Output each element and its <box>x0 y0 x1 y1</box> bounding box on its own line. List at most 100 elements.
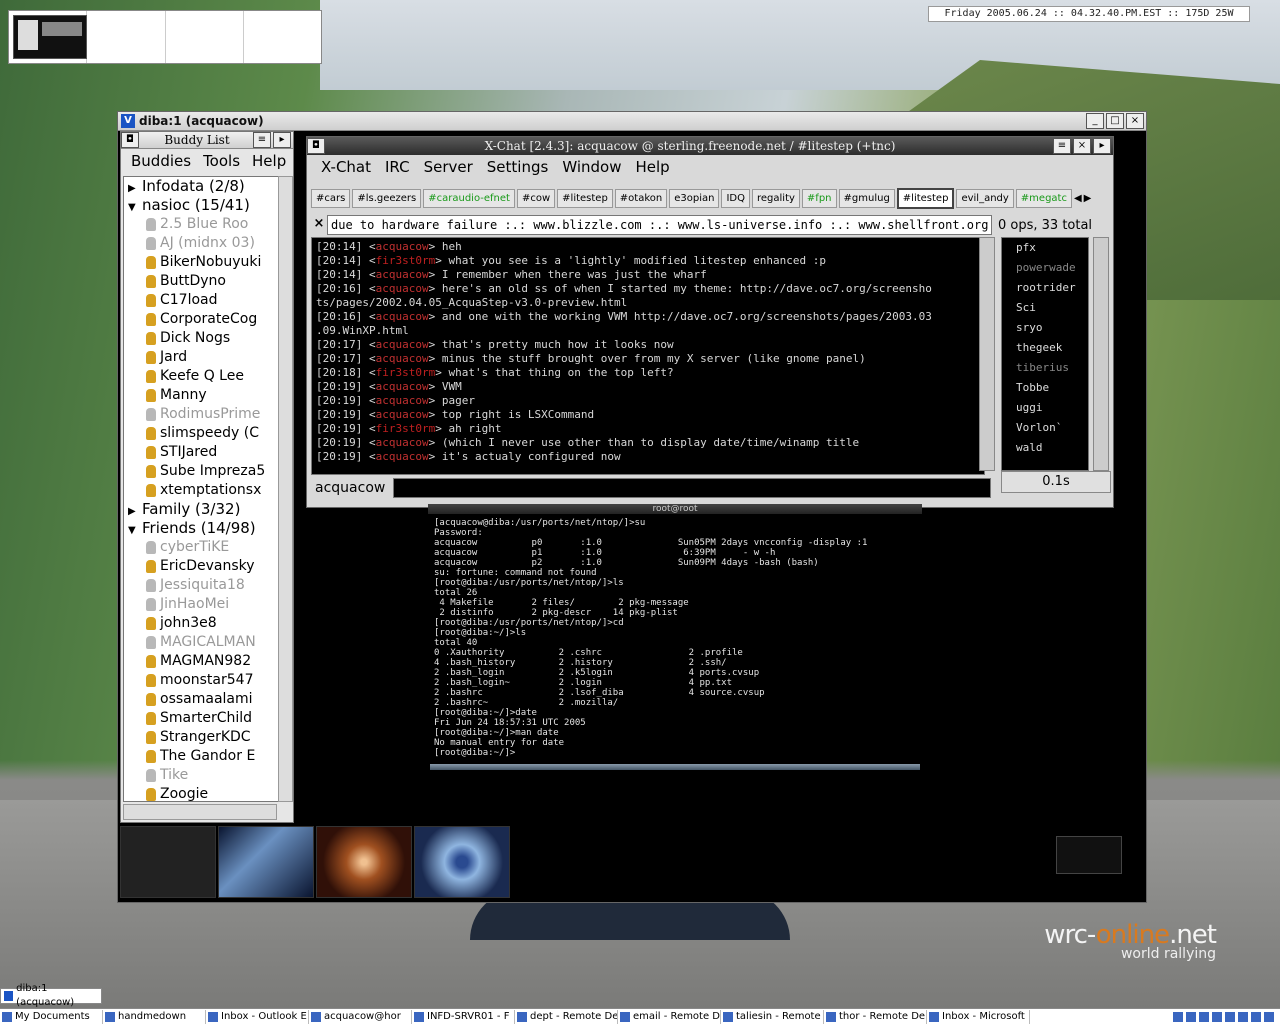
chat-nick[interactable]: fir3st0rm <box>376 366 436 379</box>
taskbar-vnc-item[interactable]: diba:1 (acquacow) <box>0 983 102 1008</box>
buddy-tree[interactable]: ▶ Infodata (2/8) ▼ nasioc (15/41) 2.5 Blue R… <box>123 176 279 802</box>
buddy-list-titlebar[interactable]: ◘ Buddy List ≡ ▸ <box>121 132 293 149</box>
chat-log[interactable]: [20:14] <acquacow> heh [20:14] <fir3st0rm… <box>311 237 985 475</box>
tab-scroll-left-icon[interactable]: ◀ <box>1074 193 1082 204</box>
buddy-item[interactable]: BikerNobuyuki <box>124 253 278 272</box>
pager-desktop-2[interactable] <box>87 11 166 63</box>
shade-button[interactable]: ≡ <box>1053 138 1071 154</box>
buddy-item[interactable]: Jessiquita18 <box>124 576 278 595</box>
buddy-item[interactable]: RodimusPrime <box>124 405 278 424</box>
channel-tab[interactable]: #litestep <box>896 187 955 209</box>
user-list-item[interactable]: sryo <box>1002 318 1088 338</box>
user-list-item[interactable]: rootrider <box>1002 278 1088 298</box>
tray-icon[interactable] <box>1238 1012 1248 1022</box>
menu-xchat[interactable]: X-Chat <box>321 158 371 176</box>
channel-tab[interactable]: evil_andy <box>956 188 1014 208</box>
buddy-group[interactable]: ▼ nasioc (15/41) <box>124 196 278 215</box>
buddy-item[interactable]: SmarterChild <box>124 709 278 728</box>
close-tab-icon[interactable]: × <box>311 216 327 234</box>
channel-tab[interactable]: regality <box>752 188 800 208</box>
channel-tab[interactable]: #gmulug <box>838 188 895 208</box>
buddy-item[interactable]: ButtDyno <box>124 272 278 291</box>
buddy-vscrollbar[interactable] <box>278 176 293 802</box>
tray-icon[interactable] <box>1199 1012 1209 1022</box>
thumbnail-wallpaper-eye[interactable] <box>414 826 510 898</box>
chat-nick[interactable]: acquacow <box>376 282 429 295</box>
buddy-item[interactable]: john3e8 <box>124 614 278 633</box>
buddy-group[interactable]: ▶ Family (3/32) <box>124 500 278 519</box>
channel-tab[interactable]: #litestep <box>557 188 613 208</box>
chat-log-scrollbar[interactable] <box>979 237 995 471</box>
menu-irc[interactable]: IRC <box>385 158 410 176</box>
mini-pager[interactable] <box>1056 836 1122 874</box>
chat-nick[interactable]: acquacow <box>376 408 429 421</box>
buddy-item[interactable]: xtemptationsx <box>124 481 278 500</box>
close-button[interactable]: × <box>1126 113 1144 129</box>
taskbar-button[interactable]: Inbox - Outlook E <box>206 1010 309 1024</box>
window-menu-icon[interactable]: ◘ <box>121 132 139 148</box>
channel-tab[interactable]: #cars <box>311 188 351 208</box>
maximize-button[interactable]: □ <box>1106 113 1124 129</box>
buddy-item[interactable]: StrangerKDC <box>124 728 278 747</box>
tray-icon[interactable] <box>1186 1012 1196 1022</box>
buddy-item[interactable]: Keefe Q Lee <box>124 367 278 386</box>
user-list-item[interactable]: uggi <box>1002 398 1088 418</box>
buddy-item[interactable]: MAGICALMAN <box>124 633 278 652</box>
taskbar-button[interactable]: My Documents <box>0 1010 103 1024</box>
menu-help[interactable]: Help <box>635 158 669 176</box>
taskbar-button[interactable]: email - Remote D <box>618 1010 721 1024</box>
buddy-item[interactable]: C17load <box>124 291 278 310</box>
tab-scroll-right-icon[interactable]: ▶ <box>1084 193 1092 204</box>
vwm-pager[interactable] <box>8 10 322 64</box>
buddy-item[interactable]: MAGMAN982 <box>124 652 278 671</box>
chat-nick[interactable]: acquacow <box>376 394 429 407</box>
channel-tab[interactable]: #megatc <box>1015 188 1072 208</box>
nick-button[interactable]: acquacow <box>311 477 393 499</box>
menu-tools[interactable]: Tools <box>203 152 240 170</box>
buddy-item[interactable]: EricDevansky <box>124 557 278 576</box>
user-list-item[interactable]: Vorlon` <box>1002 418 1088 438</box>
buddy-group[interactable]: ▼ Friends (14/98) <box>124 519 278 538</box>
menu-settings[interactable]: Settings <box>487 158 549 176</box>
chat-nick[interactable]: acquacow <box>376 240 429 253</box>
buddy-item[interactable]: slimspeedy (C <box>124 424 278 443</box>
buddy-item[interactable]: The Gandor E <box>124 747 278 766</box>
buddy-item[interactable]: Sube Impreza5 <box>124 462 278 481</box>
chat-nick[interactable]: acquacow <box>376 380 429 393</box>
taskbar-button[interactable]: thor - Remote De <box>824 1010 927 1024</box>
tray-icon[interactable] <box>1264 1012 1274 1022</box>
channel-tab[interactable]: e3opian <box>669 188 720 208</box>
buddy-item[interactable]: STIJared <box>124 443 278 462</box>
user-list-item[interactable]: thegeek <box>1002 338 1088 358</box>
taskbar-button[interactable]: acquacow@hor <box>309 1010 412 1024</box>
topic-field[interactable]: due to hardware failure :.: www.blizzle.… <box>327 215 992 235</box>
buddy-item[interactable]: Dick Nogs <box>124 329 278 348</box>
buddy-group[interactable]: ▶ Infodata (2/8) <box>124 177 278 196</box>
channel-tab[interactable]: IDQ <box>721 188 750 208</box>
message-input[interactable] <box>393 478 991 498</box>
taskbar-button[interactable]: Inbox - Microsoft <box>927 1010 1030 1024</box>
shade-button[interactable]: ≡ <box>253 132 271 148</box>
user-list-item[interactable]: pfx <box>1002 238 1088 258</box>
user-list-scrollbar[interactable] <box>1093 237 1109 471</box>
buddy-list-window[interactable]: ◘ Buddy List ≡ ▸ Buddies Tools Help ▶ Inf… <box>120 131 294 823</box>
chat-nick[interactable]: acquacow <box>376 268 429 281</box>
user-list-item[interactable]: tiberius <box>1002 358 1088 378</box>
vnc-titlebar[interactable]: V diba:1 (acquacow) _ □ × <box>118 112 1146 131</box>
close-button[interactable]: × <box>1073 138 1091 154</box>
buddy-item[interactable]: Manny <box>124 386 278 405</box>
user-list-item[interactable]: wald <box>1002 438 1088 458</box>
tray-icon[interactable] <box>1173 1012 1183 1022</box>
menu-help[interactable]: Help <box>252 152 286 170</box>
thumbnail-wallpaper-orange[interactable] <box>316 826 412 898</box>
user-list-item[interactable]: Tobbe <box>1002 378 1088 398</box>
taskbar-button[interactable]: dept - Remote De <box>515 1010 618 1024</box>
terminal-window[interactable]: root@root [acquacow@diba:/usr/ports/net/… <box>428 504 922 770</box>
channel-tab[interactable]: #fpn <box>801 188 837 208</box>
buddy-item[interactable]: AJ (midnx 03) <box>124 234 278 253</box>
user-list[interactable]: pfx powerwade rootrider Sci sryo thegeek tiber… <box>1001 237 1089 471</box>
pager-desktop-1[interactable] <box>9 11 88 63</box>
buddy-hscrollbar[interactable] <box>123 804 277 820</box>
taskbar-button[interactable]: handmedown <box>103 1010 206 1024</box>
chat-nick[interactable]: acquacow <box>376 338 429 351</box>
